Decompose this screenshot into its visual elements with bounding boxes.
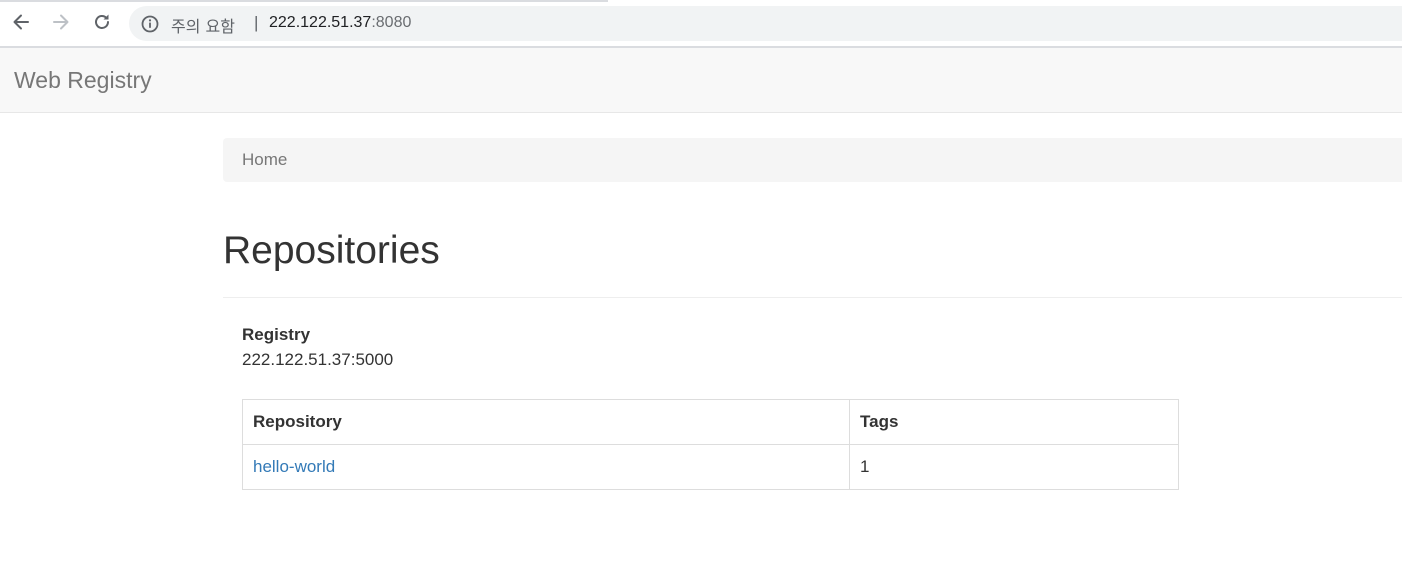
- reload-button[interactable]: [88, 8, 116, 36]
- security-warning-label[interactable]: 주의 요함: [171, 13, 235, 37]
- repository-link[interactable]: hello-world: [253, 457, 335, 476]
- repository-table: Repository Tags hello-world 1: [242, 399, 1179, 490]
- repository-cell: hello-world: [242, 444, 850, 490]
- breadcrumb: Home: [223, 138, 1402, 182]
- url-text[interactable]: 222.122.51.37:8080: [269, 14, 411, 32]
- arrow-right-icon: [53, 14, 69, 30]
- page-title: Repositories: [223, 229, 440, 272]
- browser-toolbar: 주의 요함 | 222.122.51.37:8080: [0, 0, 1402, 48]
- table-row: hello-world 1: [242, 444, 1179, 490]
- site-navbar: Web Registry: [0, 48, 1402, 113]
- forward-button[interactable]: [47, 8, 75, 36]
- table-header-row: Repository Tags: [242, 399, 1179, 445]
- reload-icon: [95, 14, 109, 29]
- back-button[interactable]: [7, 8, 35, 36]
- url-port: :8080: [371, 14, 412, 31]
- brand-link[interactable]: Web Registry: [14, 67, 152, 94]
- info-icon[interactable]: [141, 15, 159, 33]
- omnibox-separator: |: [254, 13, 259, 32]
- tags-cell: 1: [849, 444, 1179, 490]
- breadcrumb-home: Home: [242, 150, 288, 169]
- registry-address: 222.122.51.37:5000: [242, 350, 394, 369]
- column-header-tags: Tags: [849, 399, 1179, 445]
- tab-strip-edge: [0, 0, 608, 2]
- registry-label: Registry: [242, 325, 311, 344]
- arrow-left-icon: [13, 14, 29, 30]
- title-divider: [223, 297, 1402, 298]
- column-header-repository: Repository: [242, 399, 850, 445]
- address-bar[interactable]: 주의 요함 | 222.122.51.37:8080: [129, 6, 1402, 41]
- url-host: 222.122.51.37: [269, 14, 372, 31]
